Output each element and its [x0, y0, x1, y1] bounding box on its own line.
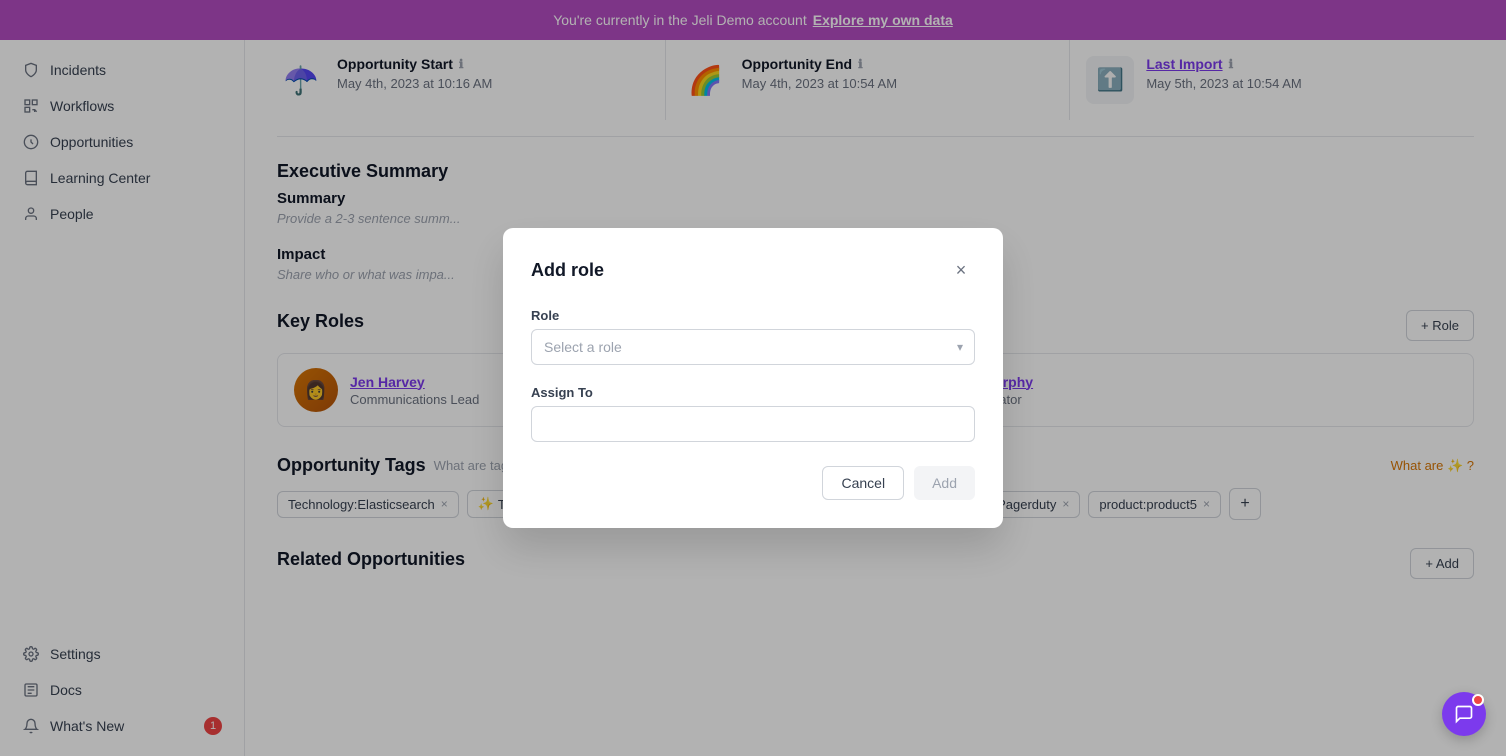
cancel-button[interactable]: Cancel — [822, 466, 904, 500]
role-select-wrapper: Select a role ▾ — [531, 329, 975, 365]
add-button[interactable]: Add — [914, 466, 975, 500]
chat-bubble[interactable] — [1442, 692, 1486, 736]
role-select-placeholder: Select a role — [544, 339, 622, 355]
assign-to-input[interactable] — [531, 406, 975, 442]
assign-to-form-group: Assign To — [531, 385, 975, 442]
chat-icon — [1454, 704, 1474, 724]
modal-close-button[interactable]: × — [947, 256, 975, 284]
role-select[interactable]: Select a role — [531, 329, 975, 365]
modal-title: Add role — [531, 260, 604, 281]
role-form-group: Role Select a role ▾ — [531, 308, 975, 365]
modal-overlay[interactable]: Add role × Role Select a role ▾ Assign T… — [0, 0, 1506, 756]
role-label: Role — [531, 308, 975, 323]
add-role-modal: Add role × Role Select a role ▾ Assign T… — [503, 228, 1003, 528]
assign-to-label: Assign To — [531, 385, 975, 400]
chat-badge — [1472, 694, 1484, 706]
